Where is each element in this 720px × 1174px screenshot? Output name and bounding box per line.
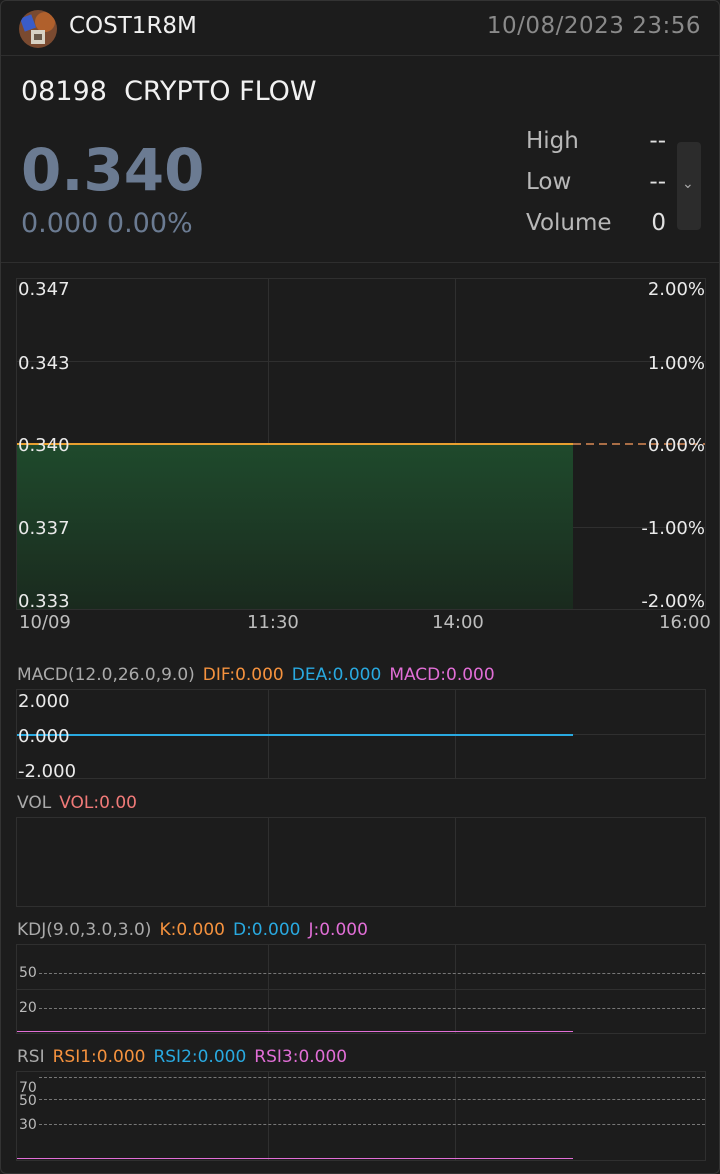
stock-name: CRYPTO FLOW bbox=[124, 76, 317, 107]
grid-line bbox=[17, 989, 705, 990]
pct-axis-label: -2.00% bbox=[641, 591, 705, 612]
kdj-line bbox=[17, 1031, 573, 1032]
grid-line bbox=[455, 818, 456, 906]
stock-code: 08198 bbox=[21, 76, 107, 107]
kdj-header: KDJ(9.0,3.0,3.0) K:0.000 D:0.000 J:0.000 bbox=[17, 920, 376, 940]
macd-axis-label: 2.000 bbox=[18, 691, 70, 712]
rsi-level-line bbox=[39, 1077, 705, 1078]
price-axis-label: 0.337 bbox=[18, 518, 70, 539]
macd-axis-label: -2.000 bbox=[18, 761, 77, 782]
rsi-1: RSI1:0.000 bbox=[52, 1047, 146, 1067]
grid-line bbox=[268, 1072, 269, 1160]
rsi-header: RSI RSI1:0.000 RSI2:0.000 RSI3:0.000 bbox=[17, 1047, 355, 1067]
stat-high: High -- bbox=[526, 128, 666, 169]
rsi-level-label: 50 bbox=[19, 1093, 37, 1109]
price-change: 0.000 0.00% bbox=[21, 208, 193, 239]
change-percent: 0.00% bbox=[106, 208, 193, 239]
stat-volume-value: 0 bbox=[651, 210, 666, 236]
kdj-level-line bbox=[39, 973, 705, 974]
time-axis-label: 16:00 bbox=[659, 612, 711, 633]
rsi-3: RSI3:0.000 bbox=[254, 1047, 348, 1067]
rsi-2: RSI2:0.000 bbox=[153, 1047, 247, 1067]
stat-high-value: -- bbox=[649, 128, 666, 154]
macd-header: MACD(12.0,26.0,9.0) DIF:0.000 DEA:0.000 MAC… bbox=[17, 665, 503, 685]
expand-button[interactable]: ⌄ bbox=[677, 142, 701, 230]
price-area bbox=[17, 444, 573, 609]
rsi-name: RSI bbox=[17, 1047, 45, 1067]
stat-volume: Volume 0 bbox=[526, 210, 666, 251]
vol-value: VOL:0.00 bbox=[59, 793, 137, 813]
kdj-level-label: 50 bbox=[19, 965, 37, 981]
datetime: 10/08/2023 23:56 bbox=[486, 13, 701, 39]
stats-table: High -- Low -- Volume 0 bbox=[526, 128, 666, 251]
kdj-level-label: 20 bbox=[19, 1000, 37, 1016]
vol-name: VOL bbox=[17, 793, 52, 813]
macd-name: MACD(12.0,26.0,9.0) bbox=[17, 665, 195, 685]
rsi-panel: 70 50 30 bbox=[16, 1071, 706, 1161]
stat-low: Low -- bbox=[526, 169, 666, 210]
kdj-j: J:0.000 bbox=[308, 920, 368, 940]
change-value: 0.000 bbox=[21, 208, 99, 239]
macd-dea: DEA:0.000 bbox=[291, 665, 382, 685]
price-axis-label: 0.343 bbox=[18, 353, 70, 374]
kdj-panel: 50 20 bbox=[16, 944, 706, 1034]
price-chart-svg bbox=[17, 443, 705, 609]
macd-panel: 2.000 0.000 -2.000 bbox=[16, 689, 706, 782]
kdj-name: KDJ(9.0,3.0,3.0) bbox=[17, 920, 152, 940]
time-axis-label: 14:00 bbox=[432, 612, 484, 633]
last-price: 0.340 bbox=[21, 136, 205, 204]
stock-widget: COST1R8M 10/08/2023 23:56 08198 CRYPTO F… bbox=[0, 0, 720, 1174]
rsi-level-line bbox=[39, 1124, 705, 1125]
macd-value: MACD:0.000 bbox=[389, 665, 495, 685]
kdj-d: D:0.000 bbox=[232, 920, 301, 940]
price-chart-panel: 0.347 0.343 0.340 0.337 0.333 2.00% 1.00… bbox=[16, 278, 706, 612]
grid-line bbox=[455, 1072, 456, 1160]
stat-low-label: Low bbox=[526, 169, 572, 195]
time-axis-label: 11:30 bbox=[247, 612, 299, 633]
rsi-level-line bbox=[39, 1099, 705, 1100]
pct-axis-label: 1.00% bbox=[647, 353, 705, 374]
grid-line bbox=[268, 818, 269, 906]
pct-axis-label: -1.00% bbox=[641, 518, 705, 539]
stat-volume-label: Volume bbox=[526, 210, 612, 236]
macd-dea-line bbox=[17, 734, 573, 736]
vol-panel bbox=[16, 817, 706, 907]
price-axis-label: 0.333 bbox=[18, 591, 70, 612]
macd-dif: DIF:0.000 bbox=[202, 665, 284, 685]
price-axis-label: 0.340 bbox=[18, 435, 70, 456]
vol-header: VOL VOL:0.00 bbox=[17, 793, 145, 813]
stat-high-label: High bbox=[526, 128, 579, 154]
kdj-k: K:0.000 bbox=[159, 920, 225, 940]
rsi-level-label: 30 bbox=[19, 1117, 37, 1133]
username: COST1R8M bbox=[69, 13, 197, 39]
stock-title: 08198 CRYPTO FLOW bbox=[21, 76, 317, 107]
pct-axis-label: 2.00% bbox=[647, 279, 705, 300]
pct-axis-label: 0.00% bbox=[647, 435, 705, 456]
quote-section: 08198 CRYPTO FLOW 0.340 0.000 0.00% High… bbox=[1, 56, 719, 263]
chevron-down-icon: ⌄ bbox=[682, 176, 694, 192]
time-axis-label: 10/09 bbox=[19, 612, 71, 633]
kdj-level-line bbox=[39, 1008, 705, 1009]
macd-axis-label: 0.000 bbox=[18, 726, 70, 747]
avatar[interactable] bbox=[19, 10, 57, 48]
rsi-line bbox=[17, 1158, 573, 1159]
header-bar: COST1R8M 10/08/2023 23:56 bbox=[1, 1, 719, 56]
stat-low-value: -- bbox=[649, 169, 666, 195]
price-axis-label: 0.347 bbox=[18, 279, 70, 300]
